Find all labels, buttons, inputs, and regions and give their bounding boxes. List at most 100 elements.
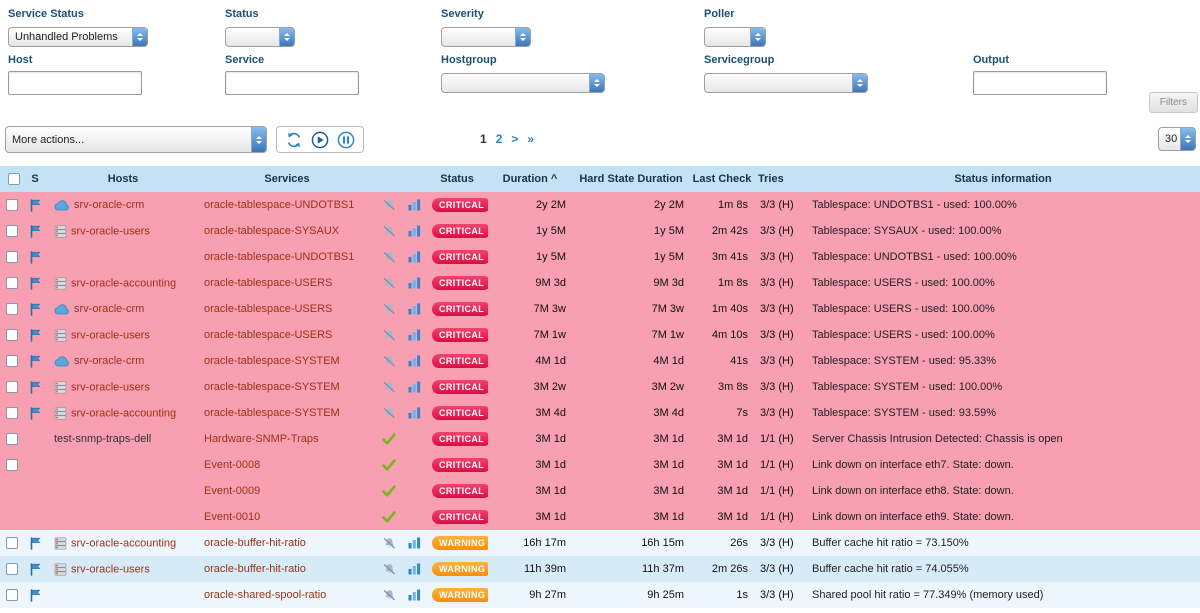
service-link[interactable]: Event-0008 <box>204 459 260 471</box>
hard-duration-cell: 3M 1d <box>572 478 690 504</box>
host-link[interactable]: srv-oracle-crm <box>74 199 144 211</box>
row-checkbox[interactable] <box>6 355 18 367</box>
row-checkbox[interactable] <box>6 407 18 419</box>
status-info-cell: Tablespace: SYSTEM - used: 100.00% <box>806 374 1200 400</box>
service-link[interactable]: oracle-shared-spool-ratio <box>204 589 326 601</box>
row-checkbox[interactable] <box>6 537 18 549</box>
status-info-cell: Tablespace: UNDOTBS1 - used: 100.00% <box>806 192 1200 218</box>
performance-graph-icon[interactable] <box>408 225 421 237</box>
column-header-status-information[interactable]: Status information <box>806 166 1200 192</box>
servicegroup-select[interactable] <box>704 73 868 93</box>
service-link[interactable]: oracle-tablespace-USERS <box>204 277 332 289</box>
host-input[interactable] <box>8 71 142 95</box>
performance-graph-icon[interactable] <box>408 199 421 211</box>
performance-graph-icon[interactable] <box>408 303 421 315</box>
row-checkbox[interactable] <box>6 199 18 211</box>
service-status-select[interactable]: Unhandled Problems <box>8 27 148 47</box>
host-link[interactable]: srv-oracle-users <box>71 329 150 341</box>
host-link[interactable]: srv-oracle-crm <box>74 355 144 367</box>
last-check-cell: 3M 1d <box>690 504 754 530</box>
host-link[interactable]: srv-oracle-users <box>71 381 150 393</box>
status-info-cell: Tablespace: USERS - used: 100.00% <box>806 270 1200 296</box>
passive-check-icon <box>382 433 396 445</box>
row-checkbox[interactable] <box>6 459 18 471</box>
service-link[interactable]: oracle-tablespace-SYSTEM <box>204 355 340 367</box>
service-link[interactable]: oracle-buffer-hit-ratio <box>204 537 306 549</box>
row-checkbox[interactable] <box>6 303 18 315</box>
service-link[interactable]: oracle-tablespace-SYSTEM <box>204 381 340 393</box>
column-header-services[interactable]: Services <box>198 166 376 192</box>
row-checkbox[interactable] <box>6 433 18 445</box>
column-header-s[interactable]: S <box>22 166 48 192</box>
status-badge: CRITICAL <box>432 328 488 342</box>
row-checkbox[interactable] <box>6 329 18 341</box>
service-link[interactable]: oracle-tablespace-SYSTEM <box>204 407 340 419</box>
service-link[interactable]: oracle-buffer-hit-ratio <box>204 563 306 575</box>
status-badge: CRITICAL <box>432 380 488 394</box>
row-checkbox[interactable] <box>6 277 18 289</box>
column-header-duration[interactable]: Duration ^ <box>488 166 572 192</box>
host-link[interactable]: test-snmp-traps-dell <box>54 433 151 445</box>
severity-select[interactable] <box>441 27 531 47</box>
status-badge: CRITICAL <box>432 302 488 316</box>
column-header-status[interactable]: Status <box>426 166 488 192</box>
service-link[interactable]: oracle-tablespace-SYSAUX <box>204 225 339 237</box>
status-select[interactable] <box>225 27 295 47</box>
host-link[interactable]: srv-oracle-users <box>71 225 150 237</box>
host-link[interactable]: srv-oracle-crm <box>74 303 144 315</box>
host-cell <box>48 452 198 478</box>
host-cell <box>48 478 198 504</box>
row-checkbox[interactable] <box>6 251 18 263</box>
play-icon[interactable] <box>311 131 329 149</box>
service-link[interactable]: oracle-tablespace-UNDOTBS1 <box>204 251 354 263</box>
performance-graph-icon[interactable] <box>408 537 421 549</box>
page-next-link[interactable]: > <box>511 132 518 146</box>
performance-graph-icon[interactable] <box>408 589 421 601</box>
service-link[interactable]: Hardware-SNMP-Traps <box>204 433 319 445</box>
server-host-icon <box>54 225 67 237</box>
host-cell: srv-oracle-users <box>48 374 198 400</box>
performance-graph-icon[interactable] <box>408 381 421 393</box>
page-last-link[interactable]: » <box>527 132 534 146</box>
host-link[interactable]: srv-oracle-accounting <box>71 407 176 419</box>
service-link[interactable]: Event-0009 <box>204 485 260 497</box>
column-header-last-check[interactable]: Last Check <box>690 166 754 192</box>
duration-cell: 7M 3w <box>488 296 572 322</box>
host-link[interactable]: srv-oracle-accounting <box>71 537 176 549</box>
performance-graph-icon[interactable] <box>408 407 421 419</box>
pause-icon[interactable] <box>337 131 355 149</box>
column-header-hosts[interactable]: Hosts <box>48 166 198 192</box>
more-actions-select[interactable]: More actions... <box>5 126 267 153</box>
performance-graph-icon[interactable] <box>408 329 421 341</box>
refresh-icon[interactable] <box>285 131 303 149</box>
poller-select[interactable] <box>704 27 766 47</box>
hard-duration-cell: 1y 5M <box>572 244 690 270</box>
service-link[interactable]: oracle-tablespace-USERS <box>204 329 332 341</box>
column-header-tries[interactable]: Tries <box>754 166 806 192</box>
page-2-link[interactable]: 2 <box>496 132 503 146</box>
row-checkbox[interactable] <box>6 563 18 575</box>
last-check-cell: 4m 10s <box>690 322 754 348</box>
performance-graph-icon[interactable] <box>408 251 421 263</box>
host-link[interactable]: srv-oracle-accounting <box>71 277 176 289</box>
performance-graph-icon[interactable] <box>408 277 421 289</box>
service-link[interactable]: oracle-tablespace-USERS <box>204 303 332 315</box>
poller-label: Poller <box>704 8 735 20</box>
output-input[interactable] <box>973 71 1107 95</box>
row-checkbox[interactable] <box>6 589 18 601</box>
service-link[interactable]: Event-0010 <box>204 511 260 523</box>
host-link[interactable]: srv-oracle-users <box>71 563 150 575</box>
service-input[interactable] <box>225 71 359 95</box>
service-link[interactable]: oracle-tablespace-UNDOTBS1 <box>204 199 354 211</box>
select-all-checkbox[interactable] <box>8 173 20 185</box>
row-checkbox[interactable] <box>6 225 18 237</box>
hostgroup-select[interactable] <box>441 73 605 93</box>
column-header-hard-state-duration[interactable]: Hard State Duration <box>572 166 690 192</box>
performance-graph-icon[interactable] <box>408 563 421 575</box>
row-checkbox[interactable] <box>6 381 18 393</box>
table-row: Event-0008CRITICAL3M 1d3M 1d3M 1d1/1 (H)… <box>0 452 1200 478</box>
page-size-select[interactable]: 30 <box>1158 127 1196 151</box>
performance-graph-icon[interactable] <box>408 355 421 367</box>
filters-button[interactable]: Filters <box>1149 92 1198 113</box>
status-value <box>226 28 279 46</box>
